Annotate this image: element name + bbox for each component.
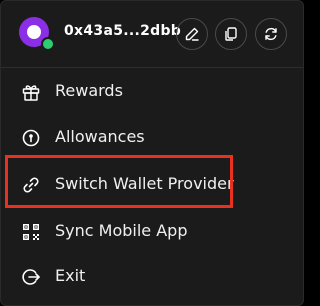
exit-icon bbox=[21, 267, 41, 287]
wallet-address: 0x43a5...2dbb bbox=[64, 23, 182, 39]
gift-icon bbox=[21, 82, 41, 102]
account-header: 0x43a5...2dbb bbox=[1, 1, 303, 68]
allowance-icon bbox=[21, 128, 41, 148]
menu-item-sync-mobile-app[interactable]: Sync Mobile App bbox=[1, 212, 303, 252]
menu-item-allowances[interactable]: Allowances bbox=[1, 118, 303, 158]
refresh-button[interactable] bbox=[255, 18, 287, 50]
menu-item-rewards[interactable]: Rewards bbox=[1, 72, 303, 112]
menu-item-exit[interactable]: Exit bbox=[1, 257, 303, 297]
edit-button[interactable] bbox=[176, 18, 208, 50]
highlight-box bbox=[5, 155, 233, 208]
menu-item-label: Rewards bbox=[55, 81, 123, 100]
menu-item-label: Sync Mobile App bbox=[55, 221, 188, 240]
refresh-icon bbox=[263, 26, 279, 42]
menu-item-label: Exit bbox=[55, 266, 86, 285]
copy-icon bbox=[223, 26, 239, 42]
connection-status-dot bbox=[41, 37, 55, 51]
edit-icon bbox=[184, 26, 200, 42]
menu-item-label: Allowances bbox=[55, 127, 145, 146]
account-menu-panel: 0x43a5...2dbb Rewards Allowances Switch … bbox=[0, 0, 304, 306]
qr-code-icon bbox=[21, 222, 41, 242]
copy-button[interactable] bbox=[215, 18, 247, 50]
